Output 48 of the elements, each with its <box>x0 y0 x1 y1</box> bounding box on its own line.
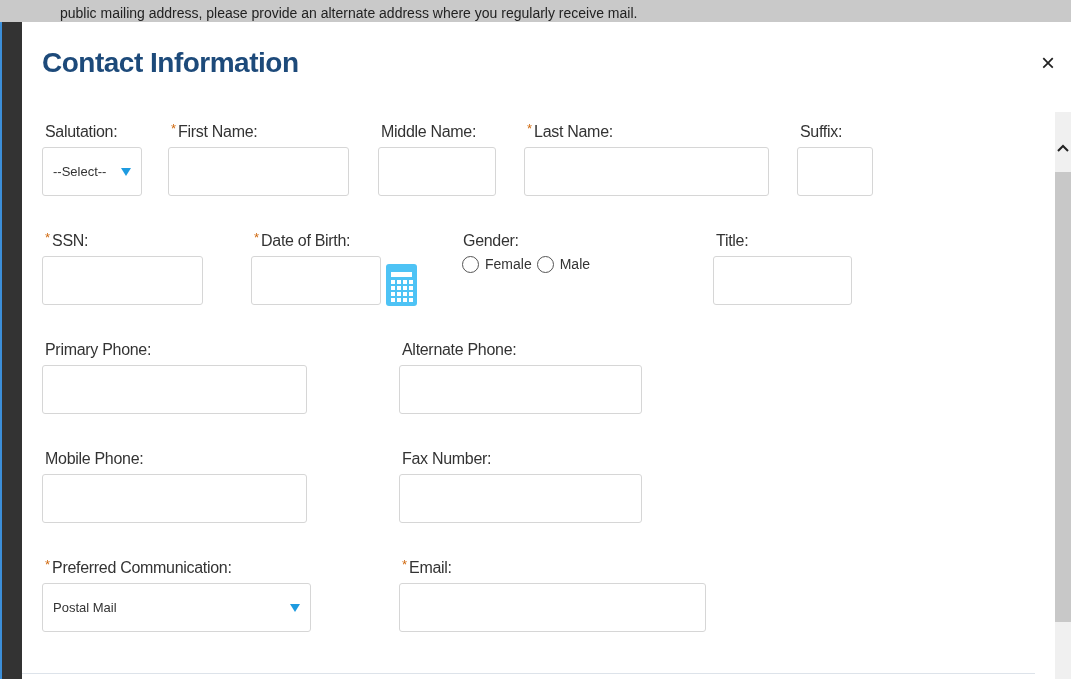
scrollbar[interactable] <box>1055 112 1071 679</box>
field-label: Fax Number: <box>402 449 492 469</box>
close-button[interactable]: × <box>1041 51 1055 75</box>
dropdown[interactable]: Postal Mail <box>42 583 311 632</box>
calendar-icon[interactable] <box>386 264 417 306</box>
radio-button[interactable] <box>462 255 479 273</box>
field-label: Alternate Phone: <box>402 340 517 360</box>
input-field[interactable] <box>42 365 307 414</box>
required-asterisk: * <box>254 231 260 245</box>
dropdown[interactable]: --Select-- <box>42 147 142 196</box>
required-asterisk: * <box>45 558 51 572</box>
field-label: Preferred Communication: <box>52 558 232 578</box>
input-field[interactable] <box>42 474 307 523</box>
input-field[interactable] <box>399 365 642 414</box>
background-text: public mailing address, please provide an alternate address where you regularly receive mail. <box>60 4 638 22</box>
field-label: Middle Name: <box>381 122 477 142</box>
input-field[interactable] <box>399 583 706 632</box>
input-field[interactable] <box>399 474 642 523</box>
field-label: Mobile Phone: <box>45 449 144 469</box>
input-field[interactable] <box>797 147 873 196</box>
input-field[interactable] <box>42 256 203 305</box>
input-field[interactable] <box>713 256 852 305</box>
caret-icon <box>290 603 300 612</box>
required-asterisk: * <box>527 122 533 136</box>
field-label: Last Name: <box>534 122 613 142</box>
radio-button[interactable] <box>536 255 554 273</box>
dialog-title: Contact Information <box>42 46 299 80</box>
input-field[interactable] <box>378 147 496 196</box>
scroll-up-icon[interactable] <box>1057 144 1069 152</box>
input-field[interactable] <box>524 147 769 196</box>
caret-icon <box>121 167 131 176</box>
input-field[interactable] <box>168 147 349 196</box>
required-asterisk: * <box>45 231 51 245</box>
field-label: Email: <box>409 558 452 578</box>
field-label: SSN: <box>52 231 89 251</box>
required-asterisk: * <box>171 122 177 136</box>
field-label: Gender: <box>463 231 519 251</box>
radio-label: Male <box>559 254 591 274</box>
field-label: Title: <box>716 231 749 251</box>
field-label: Suffix: <box>800 122 843 142</box>
date-field[interactable] <box>251 256 381 305</box>
field-label: Primary Phone: <box>45 340 152 360</box>
field-label: Date of Birth: <box>261 231 351 251</box>
field-label: Salutation: <box>45 122 118 142</box>
required-asterisk: * <box>402 558 408 572</box>
scrollbar-thumb[interactable] <box>1055 172 1071 622</box>
radio-label: Female <box>485 254 532 274</box>
field-label: First Name: <box>178 122 258 142</box>
